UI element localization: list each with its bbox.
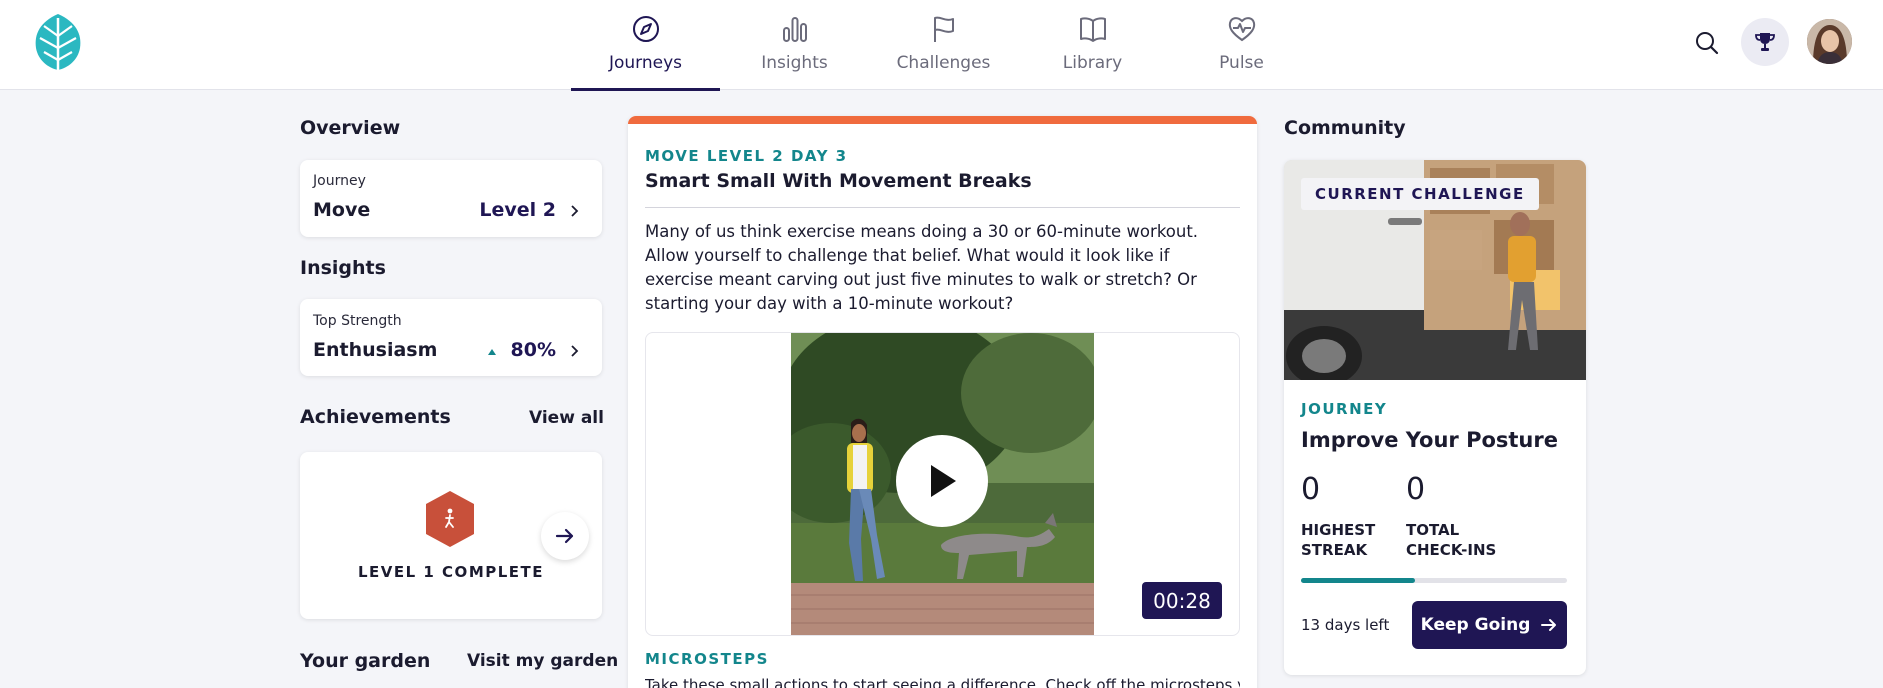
video-duration: 00:28: [1142, 582, 1222, 619]
compass-icon: [632, 16, 659, 42]
nav-tab-insights[interactable]: Insights: [720, 0, 869, 90]
chevron-right-icon: [571, 205, 579, 217]
insight-card[interactable]: Top Strength Enthusiasm 80%: [300, 299, 602, 376]
microsteps-text: Take these small actions to start seeing…: [645, 676, 1240, 688]
nav-tab-library[interactable]: Library: [1018, 0, 1167, 90]
visit-garden-link[interactable]: Visit my garden: [467, 651, 618, 671]
trophy-icon: [1755, 33, 1775, 51]
challenge-progress-bar: [1301, 578, 1567, 583]
keep-going-button[interactable]: Keep Going: [1412, 601, 1567, 649]
insight-name: Enthusiasm: [313, 339, 438, 361]
content-body: Many of us think exercise means doing a …: [645, 222, 1199, 313]
garden-title: Your garden: [300, 650, 431, 672]
nav-label: Insights: [761, 53, 828, 73]
user-photo: [1807, 19, 1852, 64]
chevron-right-icon: [571, 345, 579, 357]
trend-up-icon: [488, 349, 496, 355]
arrow-right-icon: [1541, 619, 1557, 631]
content-title: Smart Small With Movement Breaks: [645, 170, 1032, 192]
journey-name: Move: [313, 199, 371, 221]
play-button[interactable]: [896, 435, 988, 527]
current-challenge-badge: CURRENT CHALLENGE: [1301, 178, 1539, 210]
achievements-title: Achievements: [300, 406, 451, 428]
card-accent-bar: [628, 116, 1257, 124]
insight-value: 80%: [510, 339, 556, 361]
search-icon[interactable]: [1692, 28, 1722, 58]
total-checkins-value: 0: [1406, 472, 1426, 507]
nav-tab-challenges[interactable]: Challenges: [869, 0, 1018, 90]
play-icon: [931, 465, 956, 497]
achievements-button[interactable]: [1741, 18, 1789, 66]
user-avatar[interactable]: [1807, 19, 1852, 64]
nav-tab-pulse[interactable]: Pulse: [1167, 0, 1316, 90]
divider: [645, 207, 1240, 208]
book-icon: [1079, 17, 1106, 42]
content-kicker: MOVE LEVEL 2 DAY 3: [645, 147, 848, 165]
microsteps-title: MICROSTEPS: [645, 650, 769, 668]
view-all-link[interactable]: View all: [529, 408, 604, 428]
nav-tab-journeys[interactable]: Journeys: [571, 0, 720, 91]
challenge-kicker: JOURNEY: [1301, 400, 1388, 418]
progress-fill: [1301, 578, 1416, 583]
highest-streak-label: HIGHEST STREAK: [1301, 521, 1376, 559]
heartbeat-icon: [1228, 17, 1255, 42]
nav-label: Library: [1062, 53, 1123, 73]
arrow-right-icon: [555, 528, 574, 544]
achievement-label: LEVEL 1 COMPLETE: [357, 563, 545, 581]
journey-card[interactable]: Journey Move Level 2: [300, 160, 602, 237]
challenge-image: CURRENT CHALLENGE: [1284, 160, 1586, 380]
next-achievement-button[interactable]: [541, 512, 589, 560]
bar-chart-icon: [782, 17, 807, 42]
top-nav-bar: Journeys Insights Challenges Library Pul…: [0, 0, 1883, 91]
overview-title: Overview: [300, 117, 401, 139]
insights-title: Insights: [300, 257, 386, 279]
total-checkins-label: TOTAL CHECK-INS: [1406, 521, 1497, 559]
highest-streak-value: 0: [1301, 472, 1321, 507]
community-challenge-card[interactable]: CURRENT CHALLENGE JOURNEY Improve Your P…: [1284, 160, 1586, 675]
challenge-name: Improve Your Posture: [1301, 428, 1558, 452]
flag-icon: [933, 16, 954, 42]
keep-going-label: Keep Going: [1420, 615, 1531, 635]
days-left: 13 days left: [1301, 616, 1390, 634]
community-title: Community: [1284, 117, 1406, 139]
journey-caption: Journey: [313, 173, 366, 189]
nav-label: Pulse: [1219, 53, 1264, 73]
insight-caption: Top Strength: [313, 313, 402, 329]
main-nav: Journeys Insights Challenges Library Pul…: [571, 0, 1316, 91]
walker-badge-icon: [426, 491, 474, 547]
thrive-logo-icon[interactable]: [30, 12, 86, 72]
nav-label: Challenges: [896, 53, 991, 73]
journey-level: Level 2: [479, 199, 556, 221]
nav-label: Journeys: [608, 53, 683, 73]
